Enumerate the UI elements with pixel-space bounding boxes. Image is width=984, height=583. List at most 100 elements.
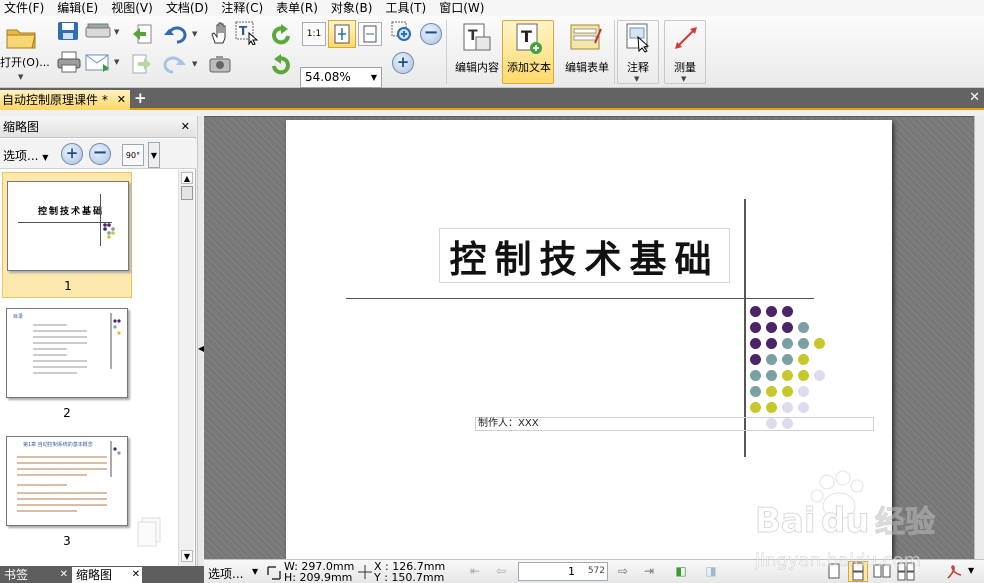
comment-label: 注释	[627, 61, 649, 74]
tab-document[interactable]: 自动控制原理课件 * ✕	[0, 90, 130, 110]
redo-icon[interactable]	[162, 52, 188, 76]
open-dropdown-icon[interactable]: ▼	[18, 73, 23, 81]
menu-file[interactable]: 文件(F)	[0, 0, 53, 16]
horizontal-divider-line	[346, 298, 814, 299]
previous-view-icon[interactable]: ◧	[670, 563, 692, 580]
zoom-level-select[interactable]: 54.08% ▼	[300, 67, 382, 88]
facing-view-icon[interactable]	[872, 561, 892, 582]
undo-dropdown-icon[interactable]: ▼	[192, 30, 197, 38]
rotate-page-label: 90°	[125, 151, 141, 160]
chevron-down-icon[interactable]: ▼	[252, 567, 258, 576]
next-view-icon[interactable]	[130, 52, 154, 76]
comment-button[interactable]: 注释 ▼	[617, 20, 659, 84]
close-icon[interactable]: ✕	[969, 90, 980, 105]
new-tab-icon[interactable]: +	[134, 89, 147, 107]
tab-bookmarks[interactable]: 书签 ✕	[0, 567, 70, 583]
menu-edit[interactable]: 编辑(E)	[53, 0, 107, 16]
save-icon[interactable]	[56, 20, 80, 42]
previous-page-icon[interactable]: ⇦	[490, 563, 512, 580]
panel-splitter[interactable]: ◀	[197, 116, 204, 566]
email-dropdown-icon[interactable]: ▼	[114, 58, 119, 66]
svg-text:T: T	[521, 27, 532, 46]
menu-comment[interactable]: 注释(C)	[217, 0, 272, 16]
page-height: H: 209.9mm	[284, 571, 353, 583]
scrollbar-thumb[interactable]	[181, 186, 193, 200]
open-folder-icon[interactable]	[4, 22, 38, 52]
close-icon[interactable]: ✕	[60, 567, 68, 583]
edit-form-button[interactable]: 编辑表单	[560, 20, 612, 84]
decorative-dot	[766, 322, 777, 333]
page-number-input[interactable]: 1 572	[518, 562, 608, 581]
menu-object[interactable]: 对象(B)	[327, 0, 382, 16]
continuous-facing-view-icon[interactable]	[896, 561, 916, 582]
document-view[interactable]: 控制技术基础 制作人：XXX	[204, 116, 974, 559]
snapshot-camera-icon[interactable]	[208, 52, 232, 76]
thumbnail-shrink-icon[interactable]: −	[89, 143, 111, 165]
zoom-out-icon[interactable]: −	[420, 23, 442, 45]
edit-content-button[interactable]: T 编辑内容	[450, 20, 502, 84]
thumbnail-panel-header: 缩略图 ✕	[0, 116, 196, 138]
email-icon[interactable]	[84, 50, 112, 74]
rotate-dropdown-icon[interactable]: ▼	[148, 142, 160, 168]
thumbnail-item[interactable]: 第1章 自动控制系统的基本概念 3	[2, 428, 132, 554]
rotate-page-icon[interactable]: 90°	[122, 144, 144, 166]
tab-thumbnails[interactable]: 缩略图 ✕	[72, 567, 142, 583]
measure-button[interactable]: 测量 ▼	[664, 20, 706, 84]
status-options-menu[interactable]: 选项...	[208, 565, 243, 582]
print-icon[interactable]	[56, 50, 82, 74]
fit-width-icon[interactable]	[358, 22, 382, 46]
scanner-icon[interactable]	[84, 20, 112, 42]
thumbnail-scrollbar[interactable]: ▲ ▼	[178, 170, 194, 566]
tab-thumbnails-label: 缩略图	[76, 568, 113, 582]
first-page-icon[interactable]: ⇤	[464, 563, 486, 580]
menu-view[interactable]: 视图(V)	[107, 0, 162, 16]
thumbnail-item[interactable]: 控制技术基础 1	[2, 172, 132, 298]
open-button-label[interactable]: 打开(O)...	[0, 54, 50, 70]
rotate-clockwise-icon[interactable]	[268, 52, 294, 78]
scanner-dropdown-icon[interactable]: ▼	[114, 28, 119, 36]
scroll-up-icon[interactable]: ▲	[181, 172, 193, 184]
next-page-icon[interactable]: ⇨	[612, 563, 634, 580]
author-text-box[interactable]: 制作人：XXX	[475, 417, 874, 431]
single-page-view-icon[interactable]	[824, 561, 844, 582]
close-tab-icon[interactable]: ✕	[117, 90, 126, 110]
continuous-view-icon[interactable]	[848, 561, 868, 582]
menu-bar: 文件(F) 编辑(E) 视图(V) 文档(D) 注释(C) 表单(R) 对象(B…	[0, 0, 984, 16]
decorative-dot	[766, 370, 777, 381]
undo-icon[interactable]	[162, 22, 188, 46]
thumbnail-enlarge-icon[interactable]: +	[61, 143, 83, 165]
last-page-icon[interactable]: ⇥	[638, 563, 660, 580]
marquee-zoom-icon[interactable]	[390, 20, 416, 46]
menu-form[interactable]: 表单(R)	[272, 0, 327, 16]
add-text-button[interactable]: T 添加文本	[502, 20, 554, 84]
previous-view-icon[interactable]	[130, 22, 154, 46]
close-icon[interactable]: ✕	[132, 567, 140, 583]
decorative-dot	[766, 338, 777, 349]
next-view-icon[interactable]: ◨	[700, 563, 722, 580]
fit-page-icon[interactable]	[328, 20, 356, 48]
document-scrollbar[interactable]	[974, 116, 984, 559]
chevron-down-icon[interactable]: ▼	[968, 566, 974, 575]
decorative-dot	[782, 370, 793, 381]
decorative-dot	[750, 386, 761, 397]
scroll-down-icon[interactable]: ▼	[181, 550, 193, 562]
actual-size-icon[interactable]: 1:1	[302, 22, 326, 46]
select-text-icon[interactable]: T	[234, 20, 260, 46]
menu-tools[interactable]: 工具(T)	[381, 0, 435, 16]
close-panel-icon[interactable]: ✕	[181, 116, 190, 138]
menu-document[interactable]: 文档(D)	[162, 0, 218, 16]
zoom-in-icon[interactable]: +	[392, 52, 414, 74]
pdf-icon[interactable]	[944, 561, 964, 582]
menu-window[interactable]: 窗口(W)	[435, 0, 493, 16]
thumbnail-options-menu[interactable]: 选项... ▼	[3, 147, 48, 164]
title-text-box[interactable]: 控制技术基础	[439, 228, 730, 283]
decorative-dot	[798, 322, 809, 333]
chevron-down-icon: ▼	[370, 73, 377, 82]
redo-dropdown-icon[interactable]: ▼	[192, 60, 197, 68]
document-page[interactable]: 控制技术基础 制作人：XXX	[286, 120, 892, 559]
thumbnail-page-number: 2	[63, 406, 71, 420]
hand-tool-icon[interactable]	[208, 20, 232, 46]
rotate-counterclockwise-icon[interactable]	[268, 22, 294, 48]
thumbnail-item[interactable]: 目录 2	[2, 300, 132, 426]
decorative-dot	[766, 354, 777, 365]
